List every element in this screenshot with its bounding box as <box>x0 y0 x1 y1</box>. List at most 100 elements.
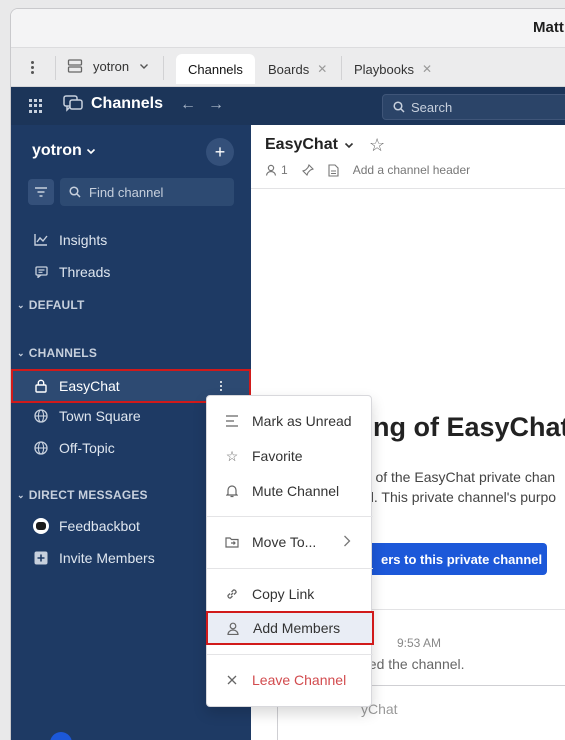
channel-meta: 1 Add a channel header <box>265 163 470 177</box>
section-direct-messages[interactable]: ⌄ DIRECT MESSAGES <box>17 488 148 502</box>
filter-icon[interactable] <box>28 179 54 205</box>
intro-line: el. This private channel's purpo <box>363 489 557 505</box>
channel-name-menu[interactable]: EasyChat <box>265 136 354 154</box>
add-channel-header-link[interactable]: Add a channel header <box>353 163 470 177</box>
tab-label: Playbooks <box>354 61 414 77</box>
menu-item-move-to[interactable]: Move To... <box>207 525 373 559</box>
bell-icon <box>224 484 240 498</box>
menu-item-label: Move To... <box>252 534 317 550</box>
folder-move-icon <box>224 536 240 548</box>
tab-channels[interactable]: Channels <box>176 54 255 84</box>
menu-item-label: Copy Link <box>252 586 315 602</box>
tab-playbooks[interactable]: Playbooks ✕ <box>342 54 444 84</box>
favorite-star-icon[interactable]: ☆ <box>369 135 385 156</box>
close-tab-icon[interactable]: ✕ <box>422 62 432 76</box>
find-channel-input[interactable]: Find channel <box>60 178 234 206</box>
chevron-down-icon <box>86 148 95 155</box>
section-label: DEFAULT <box>28 298 85 312</box>
channels-product-icon <box>63 95 83 112</box>
menu-item-label: Mute Channel <box>252 483 340 499</box>
sidebar-item-label: Threads <box>59 264 111 280</box>
post-message: ned the channel. <box>361 656 465 672</box>
product-title: Channels <box>63 95 163 113</box>
window-title: Matt <box>533 19 564 36</box>
channel-header: EasyChat ☆ 1 Add a channel header <box>251 125 565 189</box>
menu-item-label: Mark as Unread <box>252 413 352 429</box>
close-tab-icon[interactable]: ✕ <box>317 62 327 76</box>
menu-item-add-members[interactable]: Add Members <box>206 611 374 645</box>
more-options-icon[interactable] <box>27 59 37 77</box>
menu-item-label: Favorite <box>252 448 303 464</box>
post-timestamp: 9:53 AM <box>397 636 442 650</box>
section-label: CHANNELS <box>28 346 98 360</box>
menu-item-leave-channel[interactable]: Leave Channel <box>207 663 373 697</box>
link-icon <box>224 587 240 601</box>
file-icon[interactable] <box>328 163 339 177</box>
forward-arrow-icon[interactable]: → <box>208 96 224 114</box>
mark-unread-icon <box>224 415 240 427</box>
search-placeholder: Search <box>411 99 453 115</box>
pin-icon[interactable] <box>301 164 314 176</box>
team-name: yotron <box>32 142 82 159</box>
add-members-to-channel-button[interactable]: ers to this private channel <box>347 543 547 575</box>
member-count[interactable]: 1 <box>265 163 288 177</box>
chevron-right-icon <box>343 534 351 550</box>
tab-bar: yotron Channels Boards ✕ Playbooks ✕ <box>11 47 565 87</box>
tab-label: Boards <box>268 61 310 77</box>
tab-boards[interactable]: Boards ✕ <box>256 54 339 84</box>
search-input[interactable]: Search <box>382 94 565 120</box>
menu-item-favorite[interactable]: ☆ Favorite <box>207 439 373 473</box>
channel-intro-title: ng of EasyChat <box>373 412 565 442</box>
sidebar-item-label: EasyChat <box>59 378 120 394</box>
user-add-icon <box>225 622 241 635</box>
sidebar-item-insights[interactable]: Insights <box>11 224 251 256</box>
menu-divider <box>207 568 373 569</box>
menu-item-label: Leave Channel <box>252 672 347 688</box>
globe-icon <box>33 408 49 424</box>
section-label: DIRECT MESSAGES <box>28 488 148 502</box>
sidebar-item-label: Off-Topic <box>59 440 115 456</box>
member-count-value: 1 <box>281 163 288 177</box>
star-icon: ☆ <box>225 447 239 464</box>
product-switcher-icon[interactable] <box>29 99 43 113</box>
search-icon <box>69 186 81 198</box>
server-selector[interactable]: yotron <box>67 58 149 74</box>
chevron-down-icon <box>344 142 353 149</box>
threads-icon <box>33 264 49 280</box>
divider <box>341 609 565 610</box>
menu-item-label: Add Members <box>253 620 341 636</box>
button-label: ers to this private channel <box>381 551 543 567</box>
title-bar: Matt <box>11 9 565 47</box>
sidebar-item-label: Town Square <box>59 408 141 424</box>
chevron-down-icon: ⌄ <box>17 299 25 310</box>
channel-context-menu: Mark as Unread ☆ Favorite Mute Channel M… <box>206 395 374 707</box>
team-menu[interactable]: yotron <box>32 142 96 160</box>
channel-options-icon[interactable] <box>219 379 223 393</box>
plus-square-icon <box>33 550 49 566</box>
divider <box>55 56 56 80</box>
section-default[interactable]: ⌄ DEFAULT <box>17 298 85 312</box>
insights-icon <box>33 232 49 248</box>
globe-icon <box>33 440 49 456</box>
divider <box>163 56 164 80</box>
search-icon <box>393 101 405 113</box>
back-arrow-icon[interactable]: ← <box>180 96 196 114</box>
intro-line: rt of the EasyChat private chan <box>363 469 556 485</box>
menu-divider <box>207 654 373 655</box>
tab-label: Channels <box>188 61 243 77</box>
menu-item-mute-channel[interactable]: Mute Channel <box>207 474 373 508</box>
close-icon <box>224 675 240 685</box>
menu-item-copy-link[interactable]: Copy Link <box>207 577 373 611</box>
global-header: Channels ← → Search <box>11 87 565 125</box>
menu-item-mark-unread[interactable]: Mark as Unread <box>207 404 373 438</box>
sidebar-item-label: Feedbackbot <box>59 518 140 534</box>
menu-divider <box>207 516 373 517</box>
server-icon <box>67 59 83 73</box>
channel-intro-text: rt of the EasyChat private chan el. This… <box>363 467 565 507</box>
section-channels[interactable]: ⌄ CHANNELS <box>17 346 97 360</box>
add-channel-button[interactable]: + <box>206 138 234 166</box>
sidebar-item-threads[interactable]: Threads <box>11 256 251 288</box>
sidebar-item-label: Invite Members <box>59 550 155 566</box>
product-title-text: Channels <box>91 95 164 112</box>
member-icon <box>265 164 277 176</box>
